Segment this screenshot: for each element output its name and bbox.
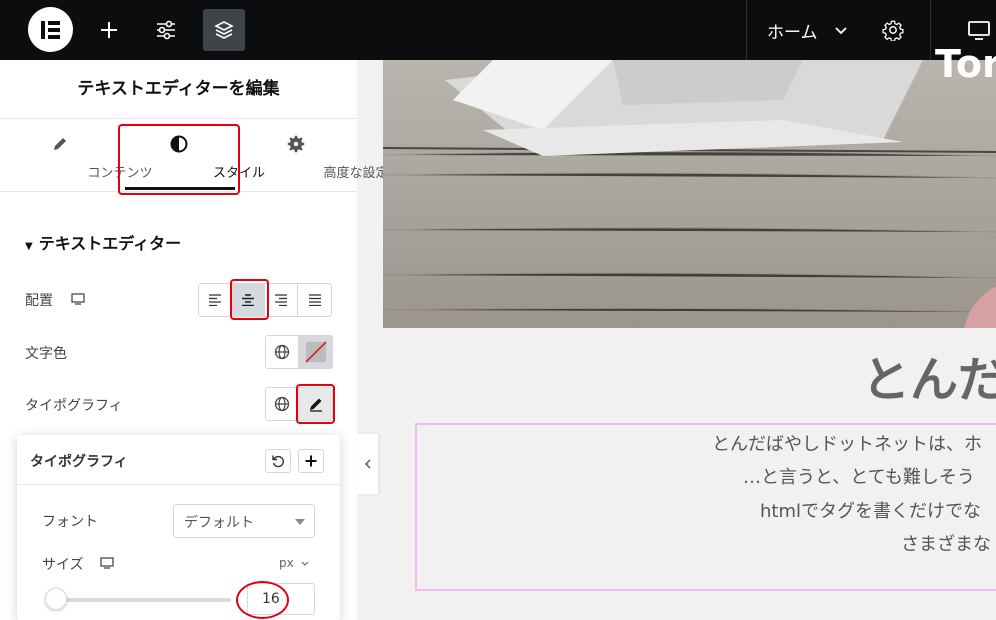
add-element-button[interactable]: [88, 9, 130, 51]
site-settings-button[interactable]: [145, 9, 187, 51]
gear-icon: [882, 20, 904, 41]
align-left-icon: [209, 294, 221, 306]
font-family-select[interactable]: デフォルト: [173, 504, 315, 538]
align-justify-icon: [308, 294, 321, 306]
caret-down-icon: ▼: [25, 241, 33, 252]
pencil-icon: [51, 135, 69, 157]
global-typography-button[interactable]: [266, 388, 299, 420]
global-color-button[interactable]: [266, 336, 299, 368]
align-right-button[interactable]: [265, 284, 298, 316]
elementor-logo-icon: [40, 20, 60, 39]
desktop-icon[interactable]: [100, 557, 114, 573]
layers-icon: [214, 21, 234, 39]
no-color-icon: [305, 341, 326, 363]
reset-button[interactable]: [265, 449, 291, 473]
align-label-text: 配置: [25, 293, 53, 309]
text-color-control: [265, 335, 333, 369]
topbar-divider: [930, 0, 931, 60]
tab-advanced[interactable]: 高度な設定: [236, 120, 389, 191]
chevron-down-icon: [301, 561, 308, 566]
sliders-icon: [157, 20, 175, 40]
unit-selector[interactable]: px: [279, 556, 309, 570]
caret-down-icon: [295, 519, 305, 525]
paragraph-line: …と言うと、とても難しそう: [743, 467, 975, 488]
popover-title: タイポグラフィ: [30, 454, 128, 470]
paragraph-line: htmlでタグを書くだけでな: [760, 501, 981, 522]
panel-title: テキストエディターを編集: [0, 60, 357, 119]
add-custom-button[interactable]: [298, 449, 324, 473]
elementor-logo-button[interactable]: [28, 7, 73, 52]
typography-popover: タイポグラフィ フォント デフォルト サイズ px 16: [17, 435, 340, 620]
chevron-left-icon: [364, 459, 371, 469]
unit-value: px: [279, 556, 294, 570]
size-label: サイズ: [42, 554, 114, 574]
plus-icon: [305, 455, 317, 467]
panel-collapse-button[interactable]: [357, 434, 378, 494]
globe-icon: [274, 396, 290, 412]
hero-image: [383, 60, 996, 328]
highlight-box: [118, 124, 240, 195]
font-family-value: デフォルト: [184, 515, 254, 531]
gear-icon: [287, 135, 305, 157]
page-heading: とんだ: [862, 352, 996, 408]
paragraph-line: とんだばやしドットネットは、ホ: [712, 434, 982, 455]
top-bar: ホーム: [0, 0, 996, 60]
align-label: 配置: [25, 290, 86, 310]
laptop-photo: [383, 60, 996, 328]
typography-label: タイポグラフィ: [25, 398, 123, 414]
align-left-button[interactable]: [199, 284, 232, 316]
globe-icon: [274, 344, 290, 360]
structure-button[interactable]: [203, 9, 245, 51]
popover-header: タイポグラフィ: [17, 435, 340, 485]
page-settings-button[interactable]: [872, 9, 914, 51]
reset-icon: [272, 455, 284, 468]
page-selector-label[interactable]: ホーム: [767, 18, 818, 43]
plus-icon: [101, 22, 117, 38]
desktop-icon[interactable]: [71, 293, 86, 309]
size-label-text: サイズ: [42, 557, 84, 573]
section-title[interactable]: ▼ テキストエディター: [25, 230, 181, 254]
size-slider-track[interactable]: [55, 598, 231, 602]
topbar-divider: [746, 0, 747, 60]
desktop-icon: [968, 21, 990, 40]
text-color-label: 文字色: [25, 346, 67, 362]
highlight-box: [296, 384, 335, 424]
font-label: フォント: [42, 514, 98, 530]
chevron-down-icon[interactable]: [834, 21, 848, 40]
align-right-icon: [275, 294, 287, 306]
tab-content[interactable]: コンテンツ: [0, 120, 153, 191]
hero-heading: Tor: [935, 42, 996, 86]
color-picker-swatch[interactable]: [299, 336, 332, 368]
align-justify-button[interactable]: [298, 284, 331, 316]
size-slider-handle[interactable]: [45, 588, 67, 610]
highlight-circle: [236, 581, 289, 619]
highlight-box: [230, 279, 269, 320]
section-title-text: テキストエディター: [38, 234, 182, 253]
paragraph-line: さまざまな: [901, 534, 991, 555]
